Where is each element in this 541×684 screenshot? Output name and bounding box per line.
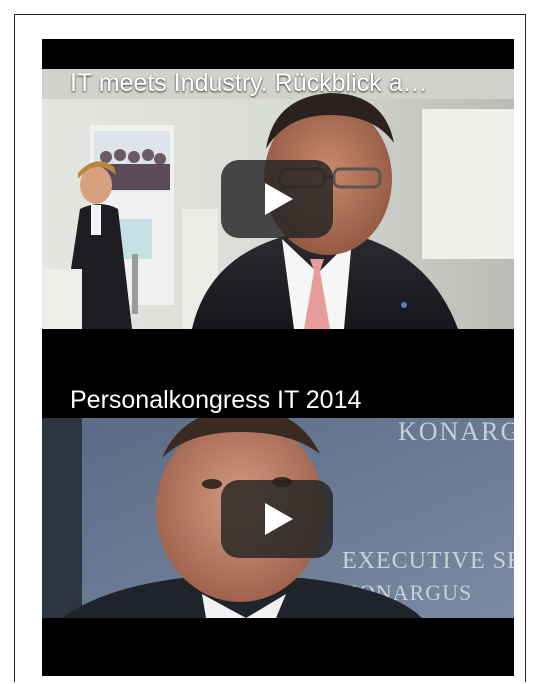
video-title-2[interactable]: Personalkongress IT 2014: [70, 385, 496, 415]
background-text-1: EXECUTIVE SEARCH: [342, 548, 514, 574]
play-icon: [265, 183, 293, 215]
play-button-2[interactable]: [221, 480, 333, 558]
play-button-1[interactable]: [221, 160, 333, 238]
background-text-top: KONARG: [398, 418, 514, 446]
video-player-1[interactable]: IT meets Industry. Rückblick a…: [42, 39, 514, 372]
play-icon: [265, 503, 293, 535]
video-player-2[interactable]: KONARG EXECUTIVE SEARCH KONARGUS Persona…: [42, 372, 514, 676]
video-title-1[interactable]: IT meets Industry. Rückblick a…: [70, 68, 496, 98]
